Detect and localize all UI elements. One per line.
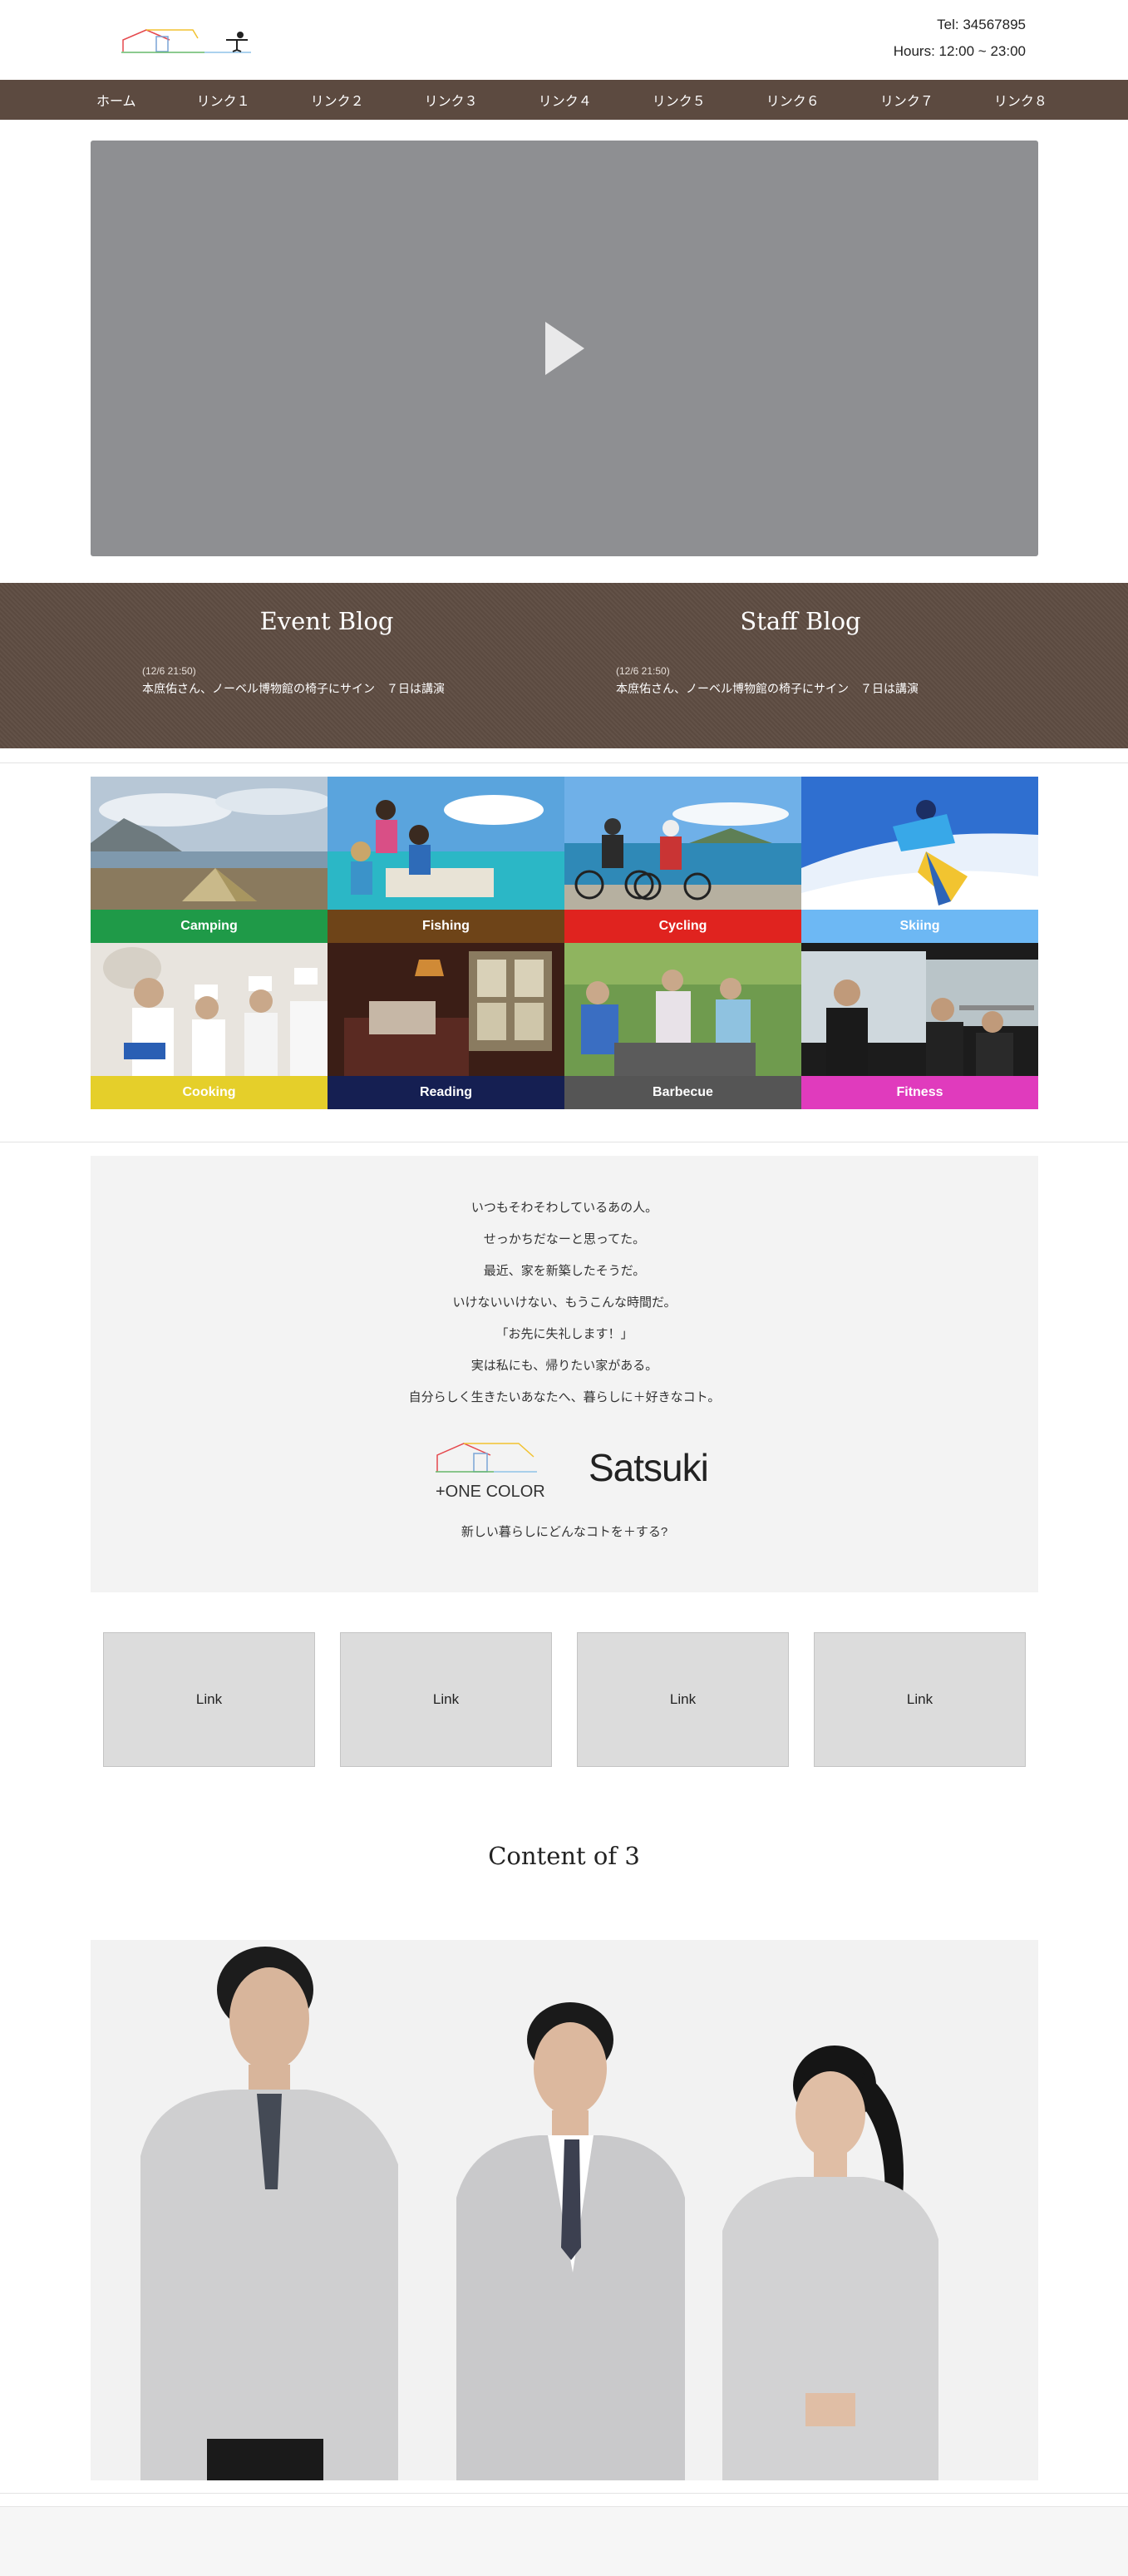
activity-tile-fitness[interactable]: Fitness	[801, 943, 1038, 1109]
brand-satsuki: Satsuki	[589, 1446, 709, 1489]
nav-item-link2[interactable]: リンク２	[288, 90, 387, 110]
activity-label: Fishing	[328, 910, 564, 943]
nav-item-link8[interactable]: リンク８	[971, 90, 1071, 110]
site-logo[interactable]	[121, 25, 251, 58]
concept-line: 実は私にも、帰りたい家がある。	[470, 1359, 658, 1373]
activity-label: Cooking	[91, 1076, 328, 1109]
concept-line: 自分らしく生きたいあなたへ、暮らしに＋好きなコト。	[408, 1390, 721, 1404]
brand-one-color: +ONE COLOR	[436, 1483, 545, 1501]
concept-line: いつもそわそわしているあの人。	[470, 1201, 658, 1215]
nav-item-link4[interactable]: リンク４	[515, 90, 615, 110]
nav-item-link6[interactable]: リンク６	[743, 90, 843, 110]
concept-line: 「お先に失礼します！」	[495, 1327, 633, 1341]
concept-tagline: 新しい暮らしにどんなコトを＋する?	[461, 1525, 668, 1539]
concept-line: 最近、家を新築したそうだ。	[483, 1264, 646, 1278]
content-title: Content of 3	[488, 1842, 640, 1870]
concept-line: せっかちだなーと思ってた。	[483, 1232, 646, 1246]
activity-tile-reading[interactable]: Reading	[328, 943, 564, 1109]
activity-label: Cycling	[564, 910, 801, 943]
one-color-logo: +ONE COLOR	[436, 1439, 545, 1502]
activity-label: Reading	[328, 1076, 564, 1109]
activity-tile-cycling[interactable]: Cycling	[564, 777, 801, 943]
activity-tile-skiing[interactable]: Skiing	[801, 777, 1038, 943]
activity-label: Barbecue	[564, 1076, 801, 1109]
phone-number: Tel: 34567895	[937, 17, 1026, 32]
event-blog-entry[interactable]: 本庶佑さん、ノーベル博物館の椅子にサイン ７日は講演	[142, 680, 445, 697]
link-box-3[interactable]: Link	[577, 1632, 789, 1767]
nav-item-link3[interactable]: リンク３	[401, 90, 501, 110]
event-blog-date: (12/6 21:50)	[142, 665, 196, 677]
concept-line: いけないいけない、もうこんな時間だ。	[452, 1295, 677, 1310]
site-footer	[0, 2506, 1128, 2576]
activity-tile-camping[interactable]: Camping	[91, 777, 328, 943]
event-blog-title[interactable]: Event Blog	[160, 607, 493, 635]
staff-blog-date: (12/6 21:50)	[616, 665, 670, 677]
staff-photo	[91, 1940, 1038, 2480]
staff-blog-entry[interactable]: 本庶佑さん、ノーベル博物館の椅子にサイン ７日は講演	[616, 680, 919, 697]
staff-blog-title[interactable]: Staff Blog	[634, 607, 967, 635]
link-box-4[interactable]: Link	[814, 1632, 1026, 1767]
site-header: Tel: 34567895 Hours: 12:00 ~ 23:00	[0, 0, 1128, 80]
activity-label: Skiing	[801, 910, 1038, 943]
play-icon[interactable]	[545, 322, 584, 375]
activity-tile-cooking[interactable]: Cooking	[91, 943, 328, 1109]
divider	[0, 762, 1128, 763]
main-nav: ホーム リンク１ リンク２ リンク３ リンク４ リンク５ リンク６ リンク７ リ…	[0, 80, 1128, 120]
opening-hours: Hours: 12:00 ~ 23:00	[893, 43, 1026, 59]
activity-tile-barbecue[interactable]: Barbecue	[564, 943, 801, 1109]
link-box-1[interactable]: Link	[103, 1632, 315, 1767]
link-box-2[interactable]: Link	[340, 1632, 552, 1767]
nav-item-home[interactable]: ホーム	[73, 90, 160, 110]
contact-info: Tel: 34567895 Hours: 12:00 ~ 23:00	[894, 12, 1026, 65]
activity-label: Fitness	[801, 1076, 1038, 1109]
activity-tile-fishing[interactable]: Fishing	[328, 777, 564, 943]
divider	[0, 2493, 1128, 2494]
nav-item-link5[interactable]: リンク５	[629, 90, 729, 110]
nav-item-link1[interactable]: リンク１	[174, 90, 273, 110]
nav-item-link7[interactable]: リンク７	[857, 90, 957, 110]
activity-label: Camping	[91, 910, 328, 943]
